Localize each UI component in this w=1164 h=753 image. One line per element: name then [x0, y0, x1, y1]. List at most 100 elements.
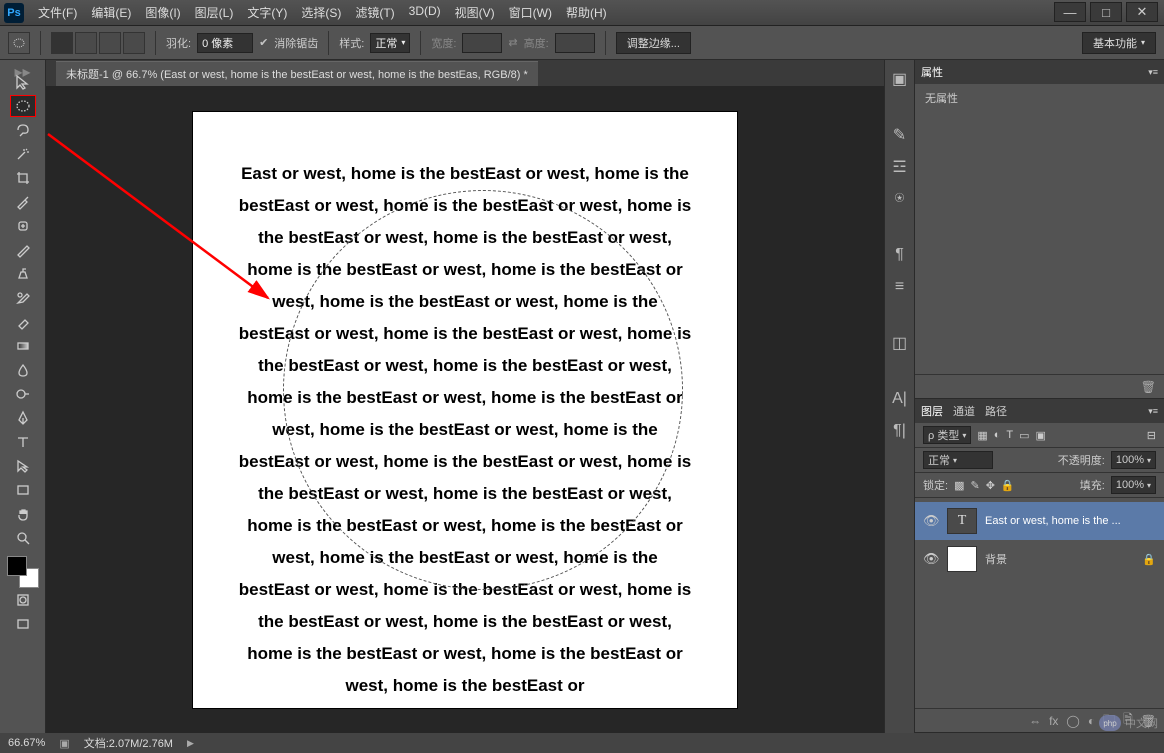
paths-tab[interactable]: 路径	[985, 403, 1007, 419]
no-properties-text: 无属性	[925, 93, 958, 105]
gradient-tool[interactable]	[10, 335, 36, 357]
lasso-tool[interactable]	[10, 119, 36, 141]
selection-new[interactable]	[51, 32, 73, 54]
close-button[interactable]: ✕	[1126, 2, 1158, 22]
visibility-toggle[interactable]: 👁	[923, 551, 939, 567]
brush-tool[interactable]	[10, 239, 36, 261]
document-tab[interactable]: 未标题-1 @ 66.7% (East or west, home is the…	[56, 61, 538, 86]
selection-intersect[interactable]	[123, 32, 145, 54]
hand-tool[interactable]	[10, 503, 36, 525]
style-dropdown[interactable]: 正常▾	[370, 33, 410, 53]
watermark-badge: php 中文网	[1099, 715, 1158, 731]
adjustment-layer-icon[interactable]: ◐	[1088, 714, 1095, 728]
status-arrow-icon[interactable]: ▶	[187, 738, 194, 749]
feather-label: 羽化:	[166, 35, 191, 51]
rectangle-tool[interactable]	[10, 479, 36, 501]
filter-smart-icon[interactable]: ▣	[1036, 429, 1046, 442]
layer-name[interactable]: 背景	[985, 551, 1007, 567]
menu-view[interactable]: 视图(V)	[449, 2, 501, 23]
filter-toggle[interactable]: ⊟	[1147, 429, 1156, 442]
blur-tool[interactable]	[10, 359, 36, 381]
layer-row[interactable]: 👁 背景 🔒	[915, 540, 1164, 578]
character-styles-icon[interactable]: A|	[889, 388, 911, 410]
filter-adjust-icon[interactable]: ◐	[994, 429, 1001, 441]
menu-image[interactable]: 图像(I)	[139, 2, 186, 23]
antialias-check[interactable]: ✔	[259, 36, 268, 49]
eyedropper-tool[interactable]	[10, 191, 36, 213]
visibility-toggle[interactable]: 👁	[923, 513, 939, 529]
menu-layer[interactable]: 图层(L)	[189, 2, 240, 23]
character-panel-icon[interactable]: ¶	[889, 244, 911, 266]
quick-mask-toggle[interactable]	[10, 589, 36, 611]
filter-type-icon[interactable]: T	[1006, 429, 1013, 441]
trash-icon[interactable]: 🗑	[1141, 380, 1156, 394]
panel-menu-icon[interactable]: ▾≡	[1148, 406, 1158, 417]
properties-tab[interactable]: 属性	[921, 64, 943, 80]
history-brush-tool[interactable]	[10, 287, 36, 309]
layer-name[interactable]: East or west, home is the ...	[985, 515, 1121, 527]
layer-filter-kind[interactable]: ρ 类型▾	[923, 426, 971, 444]
layer-fx-icon[interactable]: fx	[1049, 714, 1058, 728]
foreground-color[interactable]	[7, 556, 27, 576]
lock-position-icon[interactable]: ✥	[986, 479, 995, 492]
maximize-button[interactable]: □	[1090, 2, 1122, 22]
tool-preset-picker[interactable]	[8, 32, 30, 54]
menu-file[interactable]: 文件(F)	[32, 2, 83, 23]
color-swatches[interactable]	[7, 556, 39, 588]
menu-edit[interactable]: 编辑(E)	[85, 2, 137, 23]
channels-tab[interactable]: 通道	[953, 403, 975, 419]
screen-mode-toggle[interactable]	[10, 613, 36, 635]
lock-all-icon[interactable]: 🔒	[1001, 479, 1015, 492]
filter-pixel-icon[interactable]: ▦	[977, 429, 987, 442]
refine-edge-button[interactable]: 调整边缘...	[616, 32, 691, 54]
menu-type[interactable]: 文字(Y)	[241, 2, 293, 23]
canvas[interactable]: East or west, home is the bestEast or we…	[193, 112, 737, 708]
crop-tool[interactable]	[10, 167, 36, 189]
pen-tool[interactable]	[10, 407, 36, 429]
path-selection-tool[interactable]	[10, 455, 36, 477]
clone-stamp-tool[interactable]	[10, 263, 36, 285]
doc-size[interactable]: 文档:2.07M/2.76M	[84, 735, 173, 751]
clone-source-icon[interactable]: ⍟	[889, 188, 911, 210]
properties-panel: 属性 ▾≡ 无属性 🗑	[915, 60, 1164, 399]
status-popup-icon[interactable]: ▣	[59, 737, 69, 750]
layer-row[interactable]: 👁 T East or west, home is the ...	[915, 502, 1164, 540]
healing-brush-tool[interactable]	[10, 215, 36, 237]
elliptical-marquee-tool[interactable]	[10, 95, 36, 117]
menu-window[interactable]: 窗口(W)	[503, 2, 558, 23]
menu-select[interactable]: 选择(S)	[295, 2, 347, 23]
menu-help[interactable]: 帮助(H)	[560, 2, 613, 23]
panel-menu-icon[interactable]: ▾≡	[1148, 67, 1158, 78]
feather-input[interactable]	[197, 33, 253, 53]
magic-wand-tool[interactable]	[10, 143, 36, 165]
layer-mask-icon[interactable]: ◯	[1066, 714, 1079, 728]
zoom-tool[interactable]	[10, 527, 36, 549]
brush-presets-icon[interactable]: ☲	[889, 156, 911, 178]
lock-pixels-icon[interactable]: ✎	[970, 479, 979, 492]
paragraph-styles-icon[interactable]: ¶|	[889, 420, 911, 442]
canvas-viewport[interactable]: East or west, home is the bestEast or we…	[46, 86, 884, 733]
workspace-picker[interactable]: 基本功能▾	[1082, 32, 1156, 54]
minimize-button[interactable]: —	[1054, 2, 1086, 22]
brush-panel-icon[interactable]: ✎	[889, 124, 911, 146]
3d-panel-icon[interactable]: ◫	[889, 332, 911, 354]
selection-subtract[interactable]	[99, 32, 121, 54]
fill-input[interactable]: 100%▾	[1111, 476, 1156, 494]
menu-3d[interactable]: 3D(D)	[403, 2, 447, 23]
eraser-tool[interactable]	[10, 311, 36, 333]
zoom-level[interactable]: 66.67%	[8, 737, 45, 749]
lock-transparency-icon[interactable]: ▩	[954, 479, 964, 492]
link-layers-icon[interactable]: ⇔	[1029, 714, 1041, 728]
selection-add[interactable]	[75, 32, 97, 54]
type-tool[interactable]	[10, 431, 36, 453]
move-tool[interactable]	[10, 71, 36, 93]
opacity-input[interactable]: 100%▾	[1111, 451, 1156, 469]
dodge-tool[interactable]	[10, 383, 36, 405]
layers-tab[interactable]: 图层	[921, 403, 943, 419]
titlebar: Ps 文件(F) 编辑(E) 图像(I) 图层(L) 文字(Y) 选择(S) 滤…	[0, 0, 1164, 26]
blend-mode-dropdown[interactable]: 正常▾	[923, 451, 993, 469]
filter-shape-icon[interactable]: ▭	[1019, 429, 1029, 442]
paragraph-panel-icon[interactable]: ≡	[889, 276, 911, 298]
menu-filter[interactable]: 滤镜(T)	[349, 2, 400, 23]
history-panel-icon[interactable]: ▣	[889, 68, 911, 90]
